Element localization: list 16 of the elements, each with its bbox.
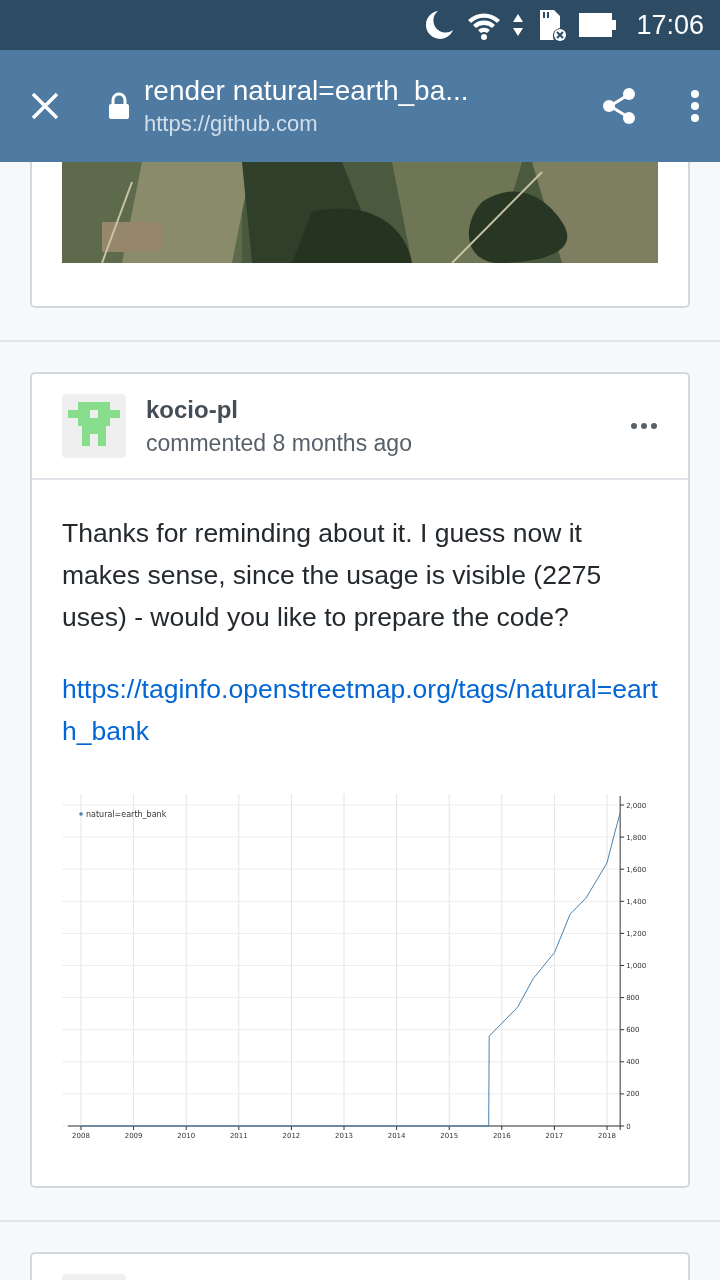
- taginfo-link[interactable]: https://taginfo.openstreetmap.org/tags/natural=earth_bank: [62, 668, 658, 752]
- clock-time: 17:06: [636, 9, 704, 41]
- comment-text: Thanks for reminding about it. I guess now it makes sense, since the usage is visible (2275 uses) - would you like to prepare the code?: [62, 517, 603, 634]
- legend-label: natural=earth_bank: [86, 809, 167, 819]
- data-arrows-icon: [512, 12, 525, 38]
- more-icon[interactable]: [630, 422, 658, 430]
- lock-icon: [108, 92, 130, 120]
- more-options-button[interactable]: [690, 89, 700, 123]
- battery-icon: [578, 12, 619, 38]
- page-url: https://github.com: [144, 111, 319, 137]
- page-title: render natural=earth_ba...: [144, 75, 470, 107]
- close-button[interactable]: [30, 91, 60, 121]
- share-button[interactable]: [600, 86, 638, 126]
- comment-time: commented 8 months ago: [146, 429, 413, 457]
- avatar-icon: [62, 394, 126, 458]
- author-name[interactable]: kocio-pl: [146, 395, 630, 424]
